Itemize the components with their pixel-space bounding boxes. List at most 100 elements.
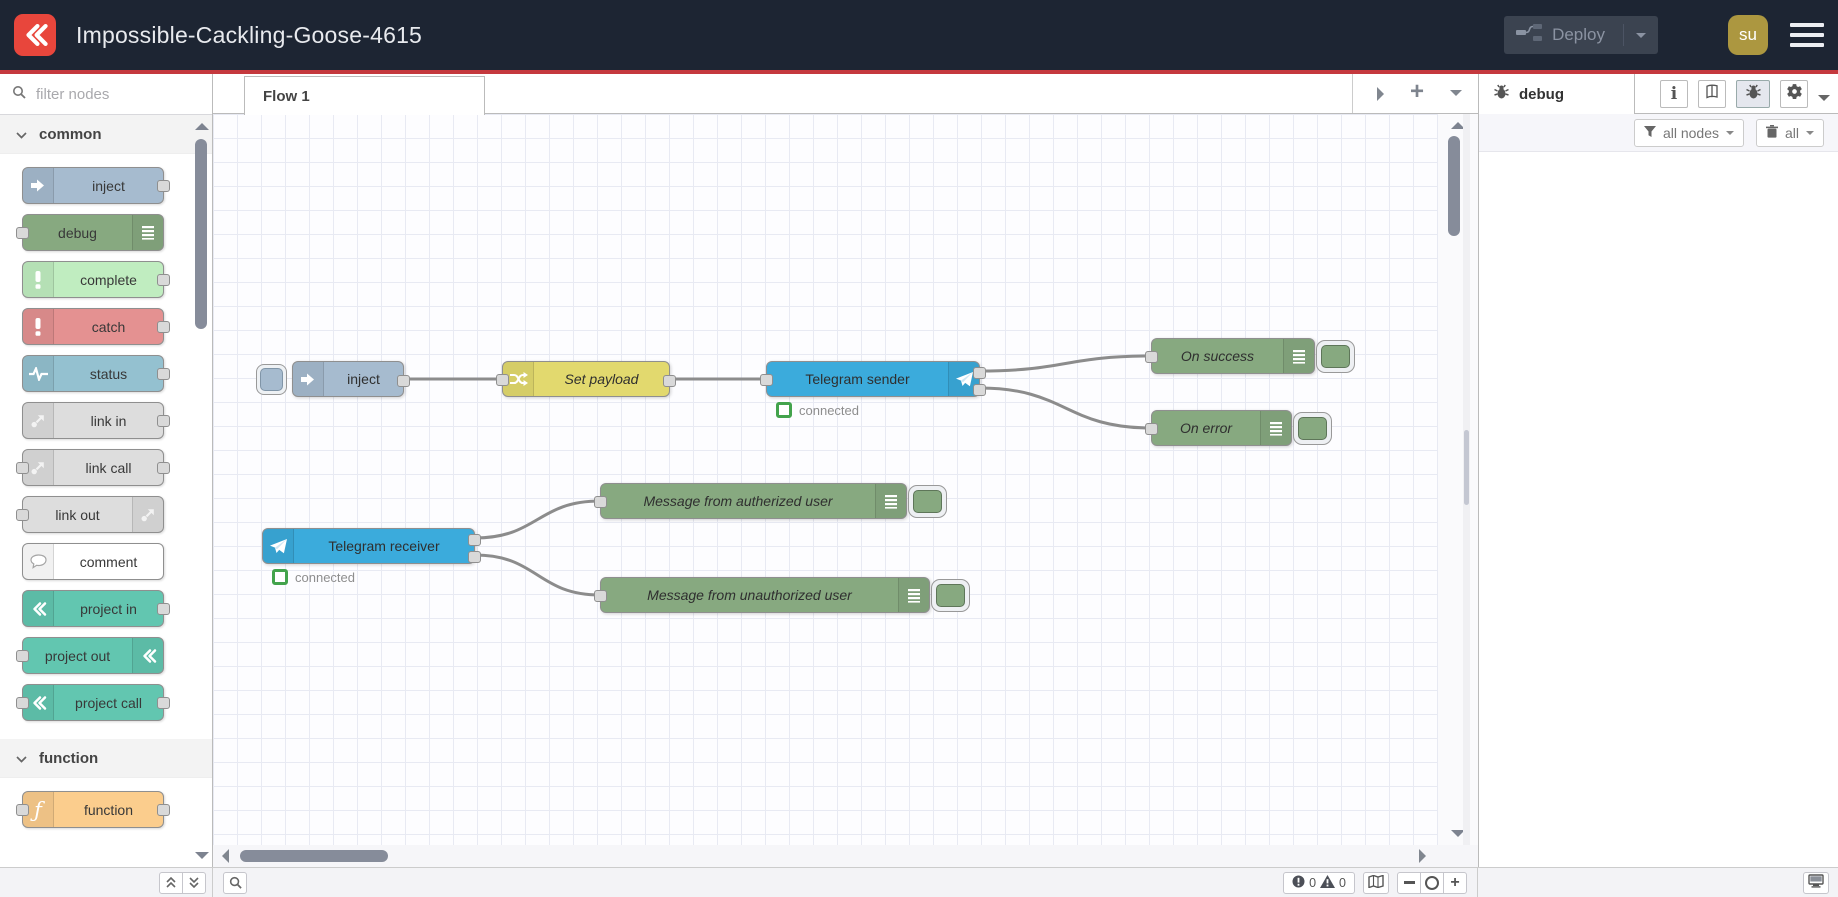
inject-button[interactable]: [256, 364, 287, 395]
palette-scrollbar-thumb[interactable]: [195, 139, 207, 329]
port[interactable]: [16, 804, 29, 816]
palette-node-catch[interactable]: catch: [22, 308, 170, 345]
debug-clear-dropdown[interactable]: all: [1755, 118, 1824, 147]
canvas-hscroll-thumb[interactable]: [240, 850, 388, 862]
port[interactable]: [16, 509, 29, 521]
notifications-button[interactable]: 0 0: [1283, 871, 1355, 894]
palette-node-link-out[interactable]: link out: [16, 496, 164, 533]
palette-node-debug[interactable]: debug: [16, 214, 164, 251]
output-port[interactable]: [468, 551, 481, 563]
flow-node-set-payload[interactable]: Set payload: [496, 361, 676, 397]
input-port[interactable]: [760, 374, 773, 386]
port[interactable]: [157, 321, 170, 333]
map-icon: [1368, 874, 1384, 891]
port[interactable]: [16, 462, 29, 474]
palette-node-label: link out: [55, 506, 100, 523]
palette-node-project-call[interactable]: project call: [16, 684, 170, 721]
port[interactable]: [157, 697, 170, 709]
output-port[interactable]: [397, 375, 410, 387]
sidebar-menu-icon[interactable]: [1818, 95, 1830, 107]
port[interactable]: [16, 650, 29, 662]
flow-node-on-success[interactable]: On success: [1145, 338, 1355, 374]
port[interactable]: [157, 180, 170, 192]
comment-icon: [23, 544, 54, 579]
add-flow-icon[interactable]: +: [1410, 80, 1424, 104]
debug-toggle-button[interactable]: [908, 485, 947, 518]
palette-node-project-out[interactable]: project out: [16, 637, 164, 674]
open-window-button[interactable]: [1803, 871, 1829, 894]
output-port[interactable]: [468, 534, 481, 546]
debug-message-list: [1479, 152, 1838, 867]
output-port[interactable]: [973, 367, 986, 379]
palette-node-label: link call: [85, 459, 132, 476]
palette-filter-input[interactable]: [34, 84, 212, 104]
flow-node-on-error[interactable]: On error: [1145, 410, 1332, 446]
user-avatar[interactable]: su: [1728, 15, 1768, 55]
port[interactable]: [157, 368, 170, 380]
minimap-button[interactable]: [1363, 871, 1389, 894]
main-menu-icon[interactable]: [1790, 23, 1824, 47]
scroll-down-icon[interactable]: [195, 852, 209, 859]
palette-expand-all-button[interactable]: [182, 871, 206, 894]
palette-node-link-call[interactable]: link call: [16, 449, 170, 486]
palette-node-project-in[interactable]: project in: [22, 590, 170, 627]
list-icon: [1260, 411, 1291, 445]
port[interactable]: [157, 274, 170, 286]
palette-node-complete[interactable]: complete: [22, 261, 170, 298]
debug-toggle-button[interactable]: [931, 579, 970, 612]
canvas-vscroll-thumb[interactable]: [1448, 136, 1460, 236]
caret-down-icon[interactable]: [1636, 32, 1646, 43]
palette-collapse-all-button[interactable]: [159, 871, 183, 894]
sidebar-tool-gear[interactable]: [1780, 80, 1808, 108]
flow-node-label: inject: [347, 371, 380, 387]
canvas-vertical-scrollbar[interactable]: [1438, 114, 1478, 845]
sidebar-tool-info[interactable]: i: [1660, 80, 1688, 108]
port[interactable]: [16, 697, 29, 709]
zoom-reset-button[interactable]: [1420, 871, 1444, 894]
canvas-horizontal-scrollbar[interactable]: [213, 845, 1438, 867]
port[interactable]: [16, 227, 29, 239]
debug-filter-dropdown[interactable]: all nodes: [1633, 118, 1744, 147]
palette-node-inject[interactable]: inject: [22, 167, 170, 204]
port[interactable]: [157, 462, 170, 474]
palette-node-function[interactable]: ƒ function: [16, 791, 170, 828]
scroll-left-icon[interactable]: [222, 849, 229, 863]
palette-node-comment[interactable]: comment: [22, 543, 164, 580]
palette-scrollbar[interactable]: [192, 115, 212, 867]
port[interactable]: [157, 603, 170, 615]
port[interactable]: [157, 804, 170, 816]
flow-node-inject[interactable]: inject: [256, 361, 410, 397]
palette-node-link-in[interactable]: link in: [22, 402, 170, 439]
scroll-up-icon[interactable]: [195, 123, 209, 130]
tab-list-icon[interactable]: [1450, 90, 1462, 102]
palette-search[interactable]: [0, 74, 212, 115]
flow-node-msg-auth[interactable]: Message from autherized user: [594, 483, 947, 519]
palette-category-function[interactable]: function: [0, 739, 212, 778]
input-port[interactable]: [1145, 423, 1158, 435]
flow-node-telegram-receiver[interactable]: Telegram receiver: [262, 528, 481, 564]
input-port[interactable]: [1145, 351, 1158, 363]
native-scrollbar[interactable]: [1463, 114, 1470, 845]
input-port[interactable]: [594, 590, 607, 602]
debug-toggle-button[interactable]: [1293, 412, 1332, 445]
flow-node-msg-unauth[interactable]: Message from unauthorized user: [594, 577, 970, 613]
output-port[interactable]: [663, 375, 676, 387]
sidebar-tab-debug[interactable]: debug: [1479, 74, 1635, 114]
scroll-right-icon[interactable]: [1419, 849, 1426, 863]
sidebar-tool-bug[interactable]: [1736, 80, 1770, 108]
zoom-in-button[interactable]: +: [1443, 871, 1467, 894]
port[interactable]: [157, 415, 170, 427]
sidebar-tool-book[interactable]: [1698, 80, 1726, 108]
canvas-search-button[interactable]: [223, 871, 247, 894]
deploy-button[interactable]: Deploy: [1504, 16, 1658, 54]
input-port[interactable]: [496, 374, 509, 386]
output-port[interactable]: [973, 384, 986, 396]
tab-flow-1[interactable]: Flow 1: [244, 76, 485, 115]
palette-category-common[interactable]: common: [0, 115, 212, 154]
debug-toggle-button[interactable]: [1316, 340, 1355, 373]
flow-node-telegram-sender[interactable]: Telegram sender: [760, 361, 986, 397]
palette-node-status[interactable]: status: [22, 355, 170, 392]
tab-scroll-right-icon[interactable]: [1376, 86, 1384, 101]
zoom-out-button[interactable]: [1397, 871, 1421, 894]
input-port[interactable]: [594, 496, 607, 508]
